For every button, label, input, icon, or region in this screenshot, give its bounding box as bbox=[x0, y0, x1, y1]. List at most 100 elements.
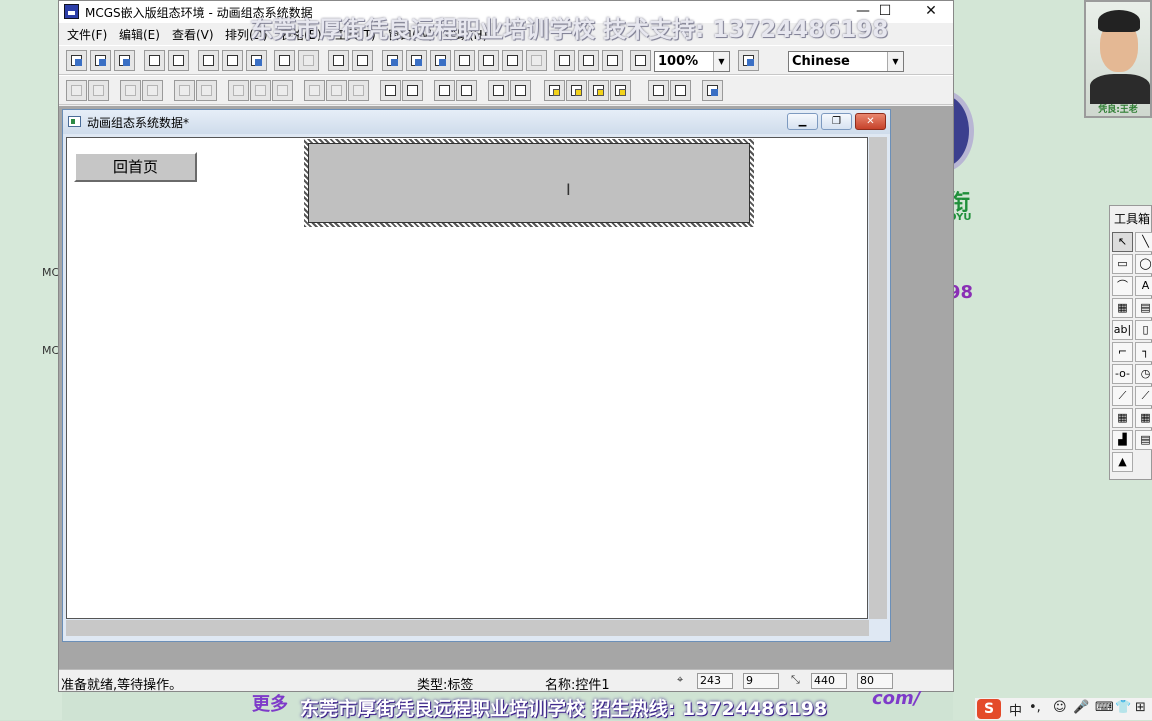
check-icon[interactable] bbox=[578, 50, 599, 71]
copy-icon[interactable] bbox=[222, 50, 243, 71]
frame-tool-icon[interactable]: ▲ bbox=[1112, 452, 1133, 472]
skin-icon[interactable]: 👕 bbox=[1115, 700, 1131, 715]
center-page-icon[interactable] bbox=[348, 80, 369, 101]
standard-button-tool-icon[interactable]: ▯ bbox=[1135, 320, 1152, 340]
rectangle-tool-icon[interactable]: ▭ bbox=[1112, 254, 1133, 274]
help-icon[interactable] bbox=[630, 50, 651, 71]
same-width-icon[interactable] bbox=[272, 80, 293, 101]
line-width-icon[interactable] bbox=[502, 50, 523, 71]
realtime-curve-tool-icon[interactable]: ⟋ bbox=[1112, 386, 1133, 406]
paste-icon[interactable] bbox=[246, 50, 267, 71]
flip-horizontal-icon[interactable] bbox=[434, 80, 455, 101]
fill-color-icon[interactable] bbox=[382, 50, 403, 71]
alarm-display-tool-icon[interactable]: ▟ bbox=[1112, 430, 1133, 450]
font-icon[interactable] bbox=[454, 50, 475, 71]
desktop-left-area bbox=[0, 0, 62, 720]
ellipse-tool-icon[interactable]: ◯ bbox=[1135, 254, 1152, 274]
ungroup-icon[interactable] bbox=[510, 80, 531, 101]
space-vertical-icon[interactable] bbox=[326, 80, 347, 101]
flip-vertical-icon[interactable] bbox=[456, 80, 477, 101]
menu-edit[interactable]: 编辑(E) bbox=[119, 26, 160, 43]
language-select[interactable]: Chinese ▼ bbox=[788, 51, 904, 72]
rotate-left-icon[interactable] bbox=[380, 80, 401, 101]
selected-label-control[interactable]: I bbox=[304, 139, 754, 227]
send-backward-icon[interactable] bbox=[610, 80, 631, 101]
polyline-tool-icon[interactable]: ⌒ bbox=[1112, 276, 1133, 296]
alarm-browse-tool-icon[interactable]: ▤ bbox=[1135, 430, 1152, 450]
center-vertical-icon[interactable] bbox=[174, 80, 195, 101]
microphone-icon[interactable]: 🎤 bbox=[1073, 700, 1089, 715]
align-right-icon[interactable] bbox=[88, 80, 109, 101]
download-icon[interactable] bbox=[602, 50, 623, 71]
undo-icon[interactable] bbox=[274, 50, 295, 71]
ime-language[interactable]: 中 bbox=[1009, 700, 1022, 719]
bring-to-front-icon[interactable] bbox=[544, 80, 565, 101]
new-window-icon[interactable] bbox=[66, 50, 87, 71]
close-button[interactable]: ✕ bbox=[911, 1, 951, 23]
menu-file[interactable]: 文件(F) bbox=[67, 26, 107, 43]
doc-restore-button[interactable]: ❐ bbox=[821, 113, 852, 130]
layer-icon[interactable] bbox=[352, 50, 373, 71]
document-title-bar[interactable]: 动画组态系统数据* ▁ ❐ ✕ bbox=[63, 110, 890, 134]
home-page-button[interactable]: 回首页 bbox=[74, 152, 197, 182]
bottom-overlay-url: com/ bbox=[872, 688, 921, 709]
chevron-down-icon[interactable]: ▼ bbox=[887, 52, 903, 71]
horizontal-scrollbar[interactable] bbox=[66, 620, 869, 636]
history-table-tool-icon[interactable]: ▦ bbox=[1135, 408, 1152, 428]
element-library-tool-icon[interactable]: ▤ bbox=[1135, 298, 1152, 318]
grid-dots-icon[interactable] bbox=[702, 80, 723, 101]
bitmap-tool-icon[interactable]: ▦ bbox=[1112, 298, 1133, 318]
slider-tool-icon[interactable]: -o- bbox=[1112, 364, 1133, 384]
status-ready: 准备就绪,等待操作。 bbox=[61, 678, 183, 693]
label-tool-icon[interactable]: A bbox=[1135, 276, 1152, 296]
vertical-scrollbar[interactable] bbox=[869, 137, 887, 619]
design-canvas[interactable]: 回首页 I bbox=[66, 137, 868, 619]
line-style-icon[interactable] bbox=[478, 50, 499, 71]
doc-close-button[interactable]: ✕ bbox=[855, 113, 886, 130]
same-height-icon[interactable] bbox=[250, 80, 271, 101]
print-preview-icon[interactable] bbox=[168, 50, 189, 71]
properties-icon[interactable] bbox=[554, 50, 575, 71]
meter-tool-icon[interactable]: ◷ bbox=[1135, 364, 1152, 384]
input-box-tool-icon[interactable]: ab| bbox=[1112, 320, 1133, 340]
language-icon[interactable] bbox=[738, 50, 759, 71]
print-icon[interactable] bbox=[144, 50, 165, 71]
save-icon[interactable] bbox=[114, 50, 135, 71]
flow-bar-tool-icon[interactable]: ┐ bbox=[1135, 342, 1152, 362]
group-icon[interactable] bbox=[488, 80, 509, 101]
align-top-icon[interactable] bbox=[120, 80, 141, 101]
center-horizontal-icon[interactable] bbox=[196, 80, 217, 101]
line-color-icon[interactable] bbox=[406, 50, 427, 71]
send-to-back-icon[interactable] bbox=[566, 80, 587, 101]
toolbox-toggle-icon[interactable] bbox=[328, 50, 349, 71]
line-tool-icon[interactable]: ╲ bbox=[1135, 232, 1152, 252]
chevron-down-icon[interactable]: ▼ bbox=[713, 52, 729, 71]
desktop-text-fragment: MC bbox=[42, 344, 60, 357]
emoji-icon[interactable]: ☺ bbox=[1053, 700, 1067, 715]
align-left-icon[interactable] bbox=[66, 80, 87, 101]
same-size-icon[interactable] bbox=[228, 80, 249, 101]
font-color-icon[interactable] bbox=[430, 50, 451, 71]
grid-icon[interactable] bbox=[526, 50, 547, 71]
rotate-right-icon[interactable] bbox=[402, 80, 423, 101]
align-bottom-icon[interactable] bbox=[142, 80, 163, 101]
label-control-body[interactable] bbox=[308, 143, 750, 223]
open-icon[interactable] bbox=[90, 50, 111, 71]
keyboard-icon[interactable]: ⌨ bbox=[1095, 700, 1114, 715]
punctuation-icon[interactable]: •, bbox=[1029, 700, 1041, 715]
doc-minimize-button[interactable]: ▁ bbox=[787, 113, 818, 130]
menu-view[interactable]: 查看(V) bbox=[172, 26, 214, 43]
ime-logo-icon[interactable]: S bbox=[977, 699, 1001, 719]
cut-icon[interactable] bbox=[198, 50, 219, 71]
history-curve-tool-icon[interactable]: ⟋ bbox=[1135, 386, 1152, 406]
pipe-tool-icon[interactable]: ⌐ bbox=[1112, 342, 1133, 362]
zoom-select[interactable]: 100% ▼ bbox=[654, 51, 730, 72]
lock-icon[interactable] bbox=[648, 80, 669, 101]
space-horizontal-icon[interactable] bbox=[304, 80, 325, 101]
custom-table-tool-icon[interactable]: ▦ bbox=[1112, 408, 1133, 428]
unlock-icon[interactable] bbox=[670, 80, 691, 101]
bring-forward-icon[interactable] bbox=[588, 80, 609, 101]
toolbox-grid-icon[interactable]: ⊞ bbox=[1135, 700, 1146, 715]
pointer-tool-icon[interactable]: ↖ bbox=[1112, 232, 1133, 252]
redo-icon[interactable] bbox=[298, 50, 319, 71]
